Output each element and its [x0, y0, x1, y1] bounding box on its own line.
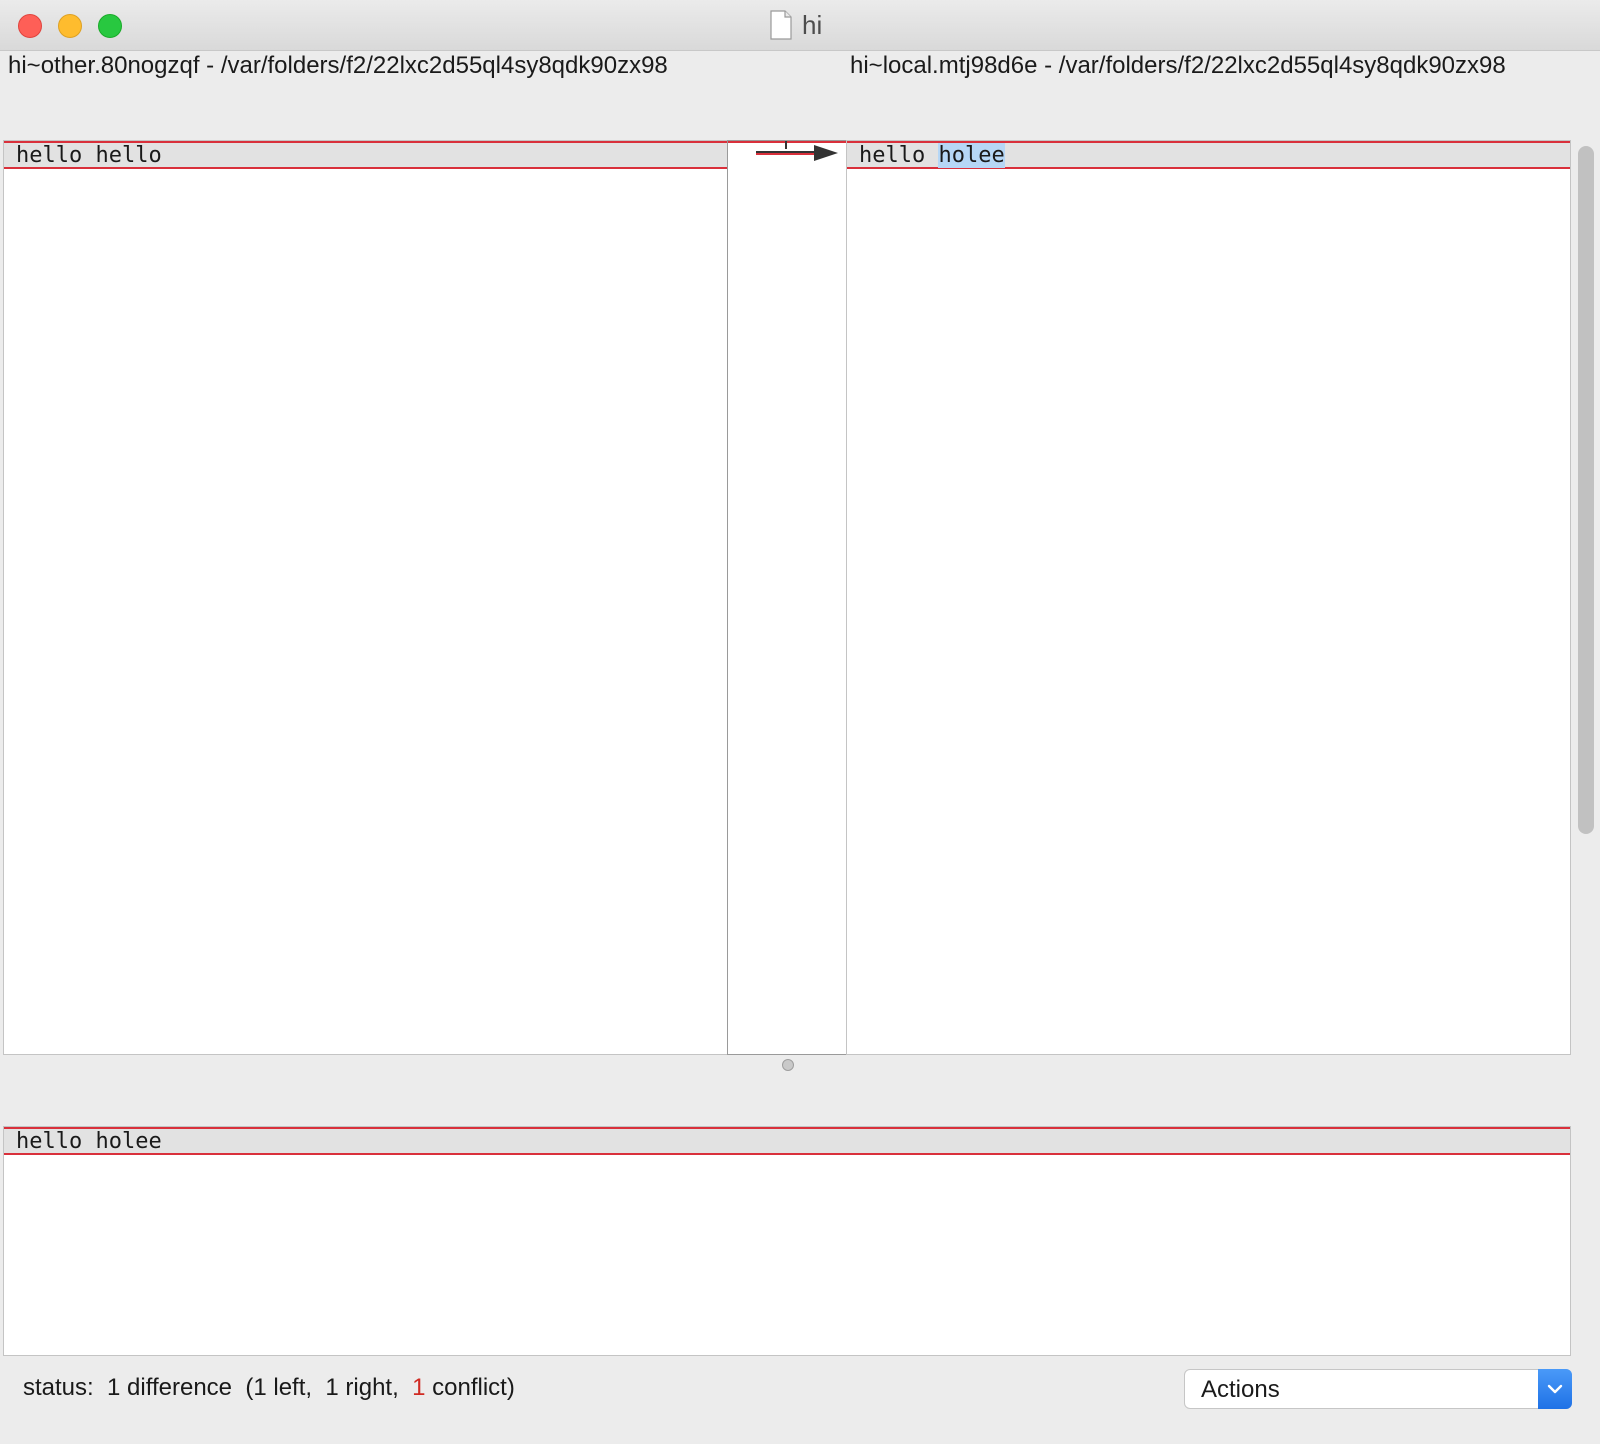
status-prefix: status: 1 difference (1 left, 1 right,: [23, 1374, 413, 1401]
split-view-handle[interactable]: [782, 1059, 794, 1071]
left-line-prefix: hello: [16, 143, 96, 168]
close-window-button[interactable]: [18, 14, 42, 38]
status-suffix: conflict): [425, 1374, 515, 1401]
window-title: hi: [770, 10, 822, 40]
actions-popup-button[interactable]: Actions: [1184, 1369, 1572, 1409]
merge-direction-arrow-icon[interactable]: [728, 141, 846, 181]
right-file-path: hi~local.mtj98d6e - /var/folders/f2/22lx…: [850, 52, 1506, 79]
left-diff-line[interactable]: hello hello: [4, 141, 727, 169]
conflict-count: 1: [412, 1374, 426, 1401]
left-line-changed: hello: [95, 143, 162, 168]
actions-dropdown-toggle[interactable]: [1538, 1369, 1572, 1409]
merged-line-text: hello holee: [16, 1129, 162, 1154]
status-text: status: 1 difference (1 left, 1 right, 1…: [23, 1374, 515, 1402]
merge-output-pane[interactable]: hello holee: [3, 1126, 1571, 1356]
chevron-down-icon: [1547, 1384, 1563, 1394]
document-icon: [770, 10, 792, 40]
merged-diff-line[interactable]: hello holee: [4, 1127, 1570, 1155]
zoom-window-button[interactable]: [98, 14, 122, 38]
right-line-changed: holee: [938, 143, 1005, 168]
title-bar: hi: [0, 0, 1600, 51]
merge-gutter: [727, 140, 847, 1055]
window-title-text: hi: [802, 9, 823, 40]
right-pane[interactable]: hello holee: [846, 140, 1571, 1055]
vertical-scrollbar[interactable]: [1578, 146, 1594, 834]
left-line-text: hello hello: [16, 144, 162, 168]
right-line-prefix: hello: [859, 143, 939, 168]
actions-label: Actions: [1201, 1376, 1280, 1403]
left-pane[interactable]: hello hello: [3, 140, 728, 1055]
left-file-path: hi~other.80nogzqf - /var/folders/f2/22lx…: [8, 52, 668, 79]
minimize-window-button[interactable]: [58, 14, 82, 38]
filemerge-window: hi hi~other.80nogzqf - /var/folders/f2/2…: [0, 0, 1600, 1444]
right-diff-line[interactable]: hello holee: [847, 141, 1570, 169]
right-line-text: hello holee: [859, 143, 1005, 168]
